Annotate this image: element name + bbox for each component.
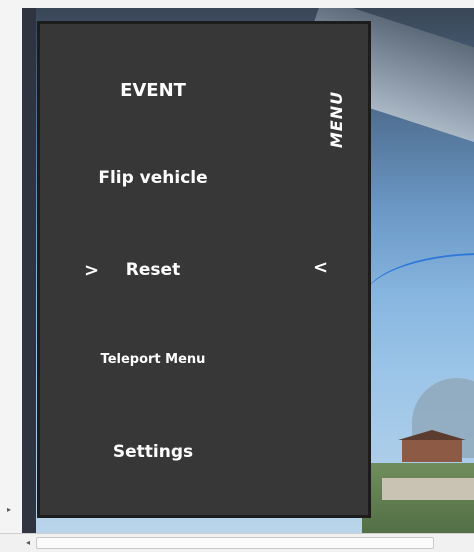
game-menu-panel: EVENT Flip vehicle > Reset < Teleport Me… — [37, 21, 371, 518]
menu-item-reset[interactable]: Reset — [126, 260, 180, 280]
chevron-right-icon[interactable]: > — [84, 260, 99, 281]
chevron-left-icon[interactable]: < — [313, 257, 328, 278]
scrollbar-thumb[interactable] — [36, 537, 434, 549]
menu-vertical-title: MENU — [327, 90, 347, 149]
menu-item-flip-vehicle[interactable]: Flip vehicle — [98, 168, 207, 188]
scroll-left-arrow-icon[interactable]: ◂ — [26, 538, 30, 547]
window-left-strip: ▸ — [0, 0, 23, 551]
expand-arrow-icon[interactable]: ▸ — [7, 505, 11, 514]
viewport-edge — [22, 8, 36, 533]
background-house — [398, 430, 466, 462]
horizontal-scrollbar[interactable]: ◂ — [0, 533, 474, 552]
menu-item-settings[interactable]: Settings — [113, 442, 193, 462]
menu-item-teleport-menu[interactable]: Teleport Menu — [101, 352, 206, 367]
background-wire — [362, 253, 474, 335]
background-road — [382, 478, 474, 500]
menu-item-event[interactable]: EVENT — [120, 80, 186, 101]
